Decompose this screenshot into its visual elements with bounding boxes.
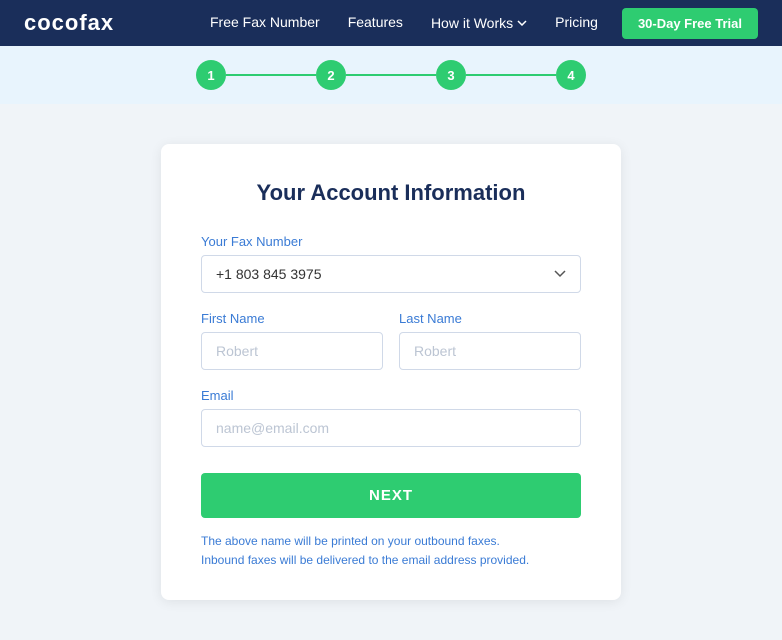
nav-pricing[interactable]: Pricing (555, 14, 598, 30)
fax-number-select[interactable]: +1 803 845 3975 (201, 255, 581, 293)
form-note: The above name will be printed on your o… (201, 532, 581, 570)
first-name-label: First Name (201, 311, 383, 326)
last-name-group: Last Name (399, 311, 581, 370)
logo[interactable]: cocofax (24, 10, 114, 36)
fax-number-label: Your Fax Number (201, 234, 581, 249)
step-3: 3 (436, 60, 466, 90)
form-note-line2: Inbound faxes will be delivered to the e… (201, 551, 581, 570)
last-name-label: Last Name (399, 311, 581, 326)
step-bar: 1 2 3 4 (0, 46, 782, 104)
email-group: Email (201, 388, 581, 447)
step-2: 2 (316, 60, 346, 90)
chevron-down-icon (517, 20, 527, 26)
nav-how-it-works[interactable]: How it Works (431, 15, 527, 31)
step-container: 1 2 3 4 (196, 60, 586, 90)
step-line-3-4 (466, 74, 556, 76)
form-card: Your Account Information Your Fax Number… (161, 144, 621, 600)
nav-free-fax-number[interactable]: Free Fax Number (210, 14, 320, 30)
first-name-group: First Name (201, 311, 383, 370)
step-1: 1 (196, 60, 226, 90)
step-4: 4 (556, 60, 586, 90)
fax-number-group: Your Fax Number +1 803 845 3975 (201, 234, 581, 293)
nav-links: Free Fax Number Features How it Works Pr… (210, 14, 598, 32)
first-name-input[interactable] (201, 332, 383, 370)
form-note-line1: The above name will be printed on your o… (201, 532, 581, 551)
email-label: Email (201, 388, 581, 403)
email-input[interactable] (201, 409, 581, 447)
navbar: cocofax Free Fax Number Features How it … (0, 0, 782, 46)
trial-button[interactable]: 30-Day Free Trial (622, 8, 758, 39)
next-button[interactable]: NEXT (201, 473, 581, 518)
main-content: Your Account Information Your Fax Number… (0, 104, 782, 640)
step-line-2-3 (346, 74, 436, 76)
step-line-1-2 (226, 74, 316, 76)
nav-features[interactable]: Features (348, 14, 403, 30)
form-title: Your Account Information (201, 180, 581, 206)
last-name-input[interactable] (399, 332, 581, 370)
name-row: First Name Last Name (201, 311, 581, 388)
